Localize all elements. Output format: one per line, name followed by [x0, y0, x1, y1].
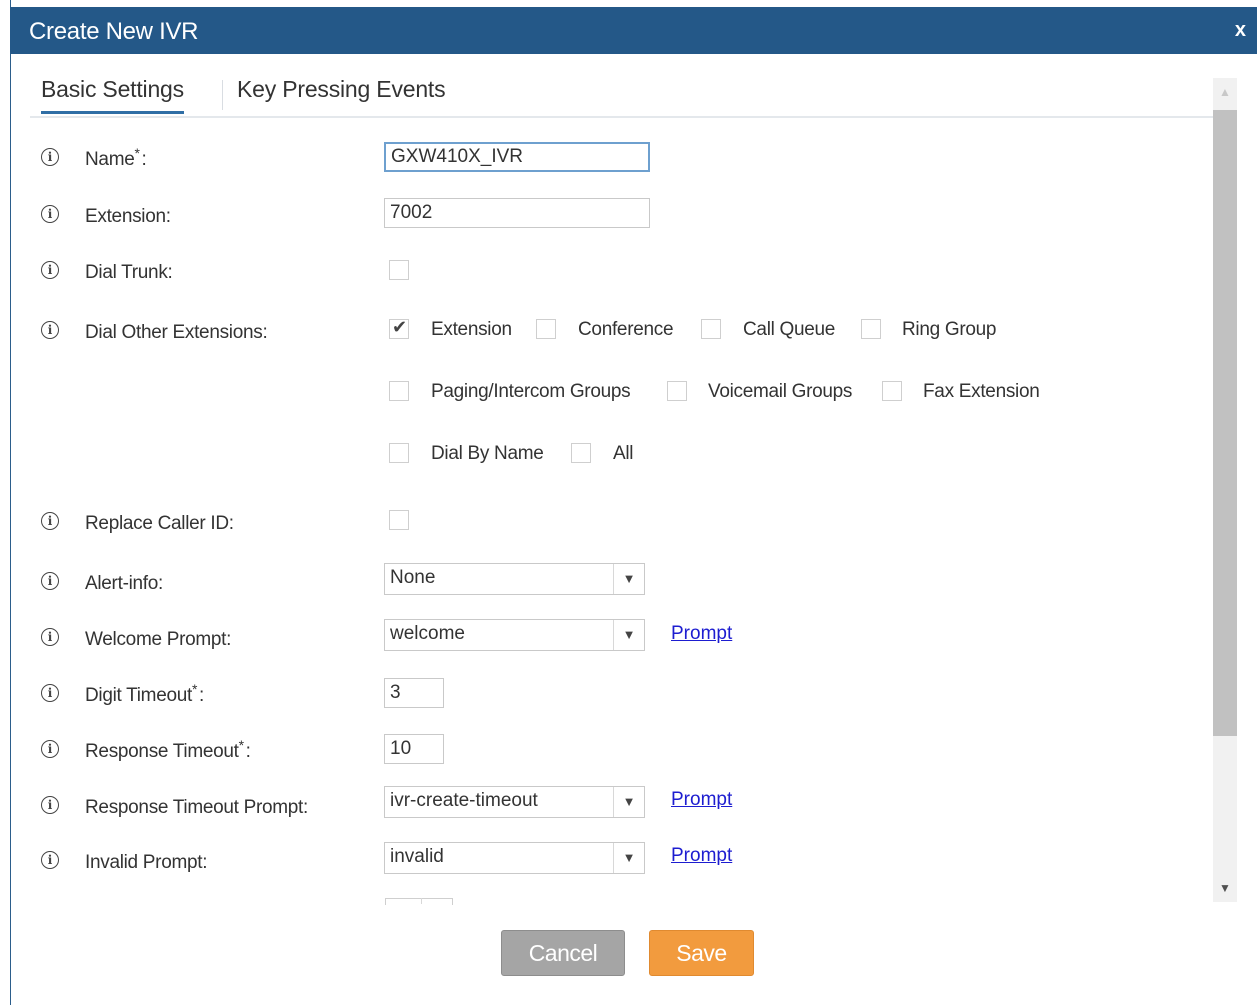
response-timeout-prompt-label: Response Timeout Prompt:	[85, 797, 309, 818]
cancel-button[interactable]: Cancel	[501, 930, 625, 976]
info-icon[interactable]: i	[41, 851, 59, 869]
fax-extension-option-label: Fax Extension	[923, 381, 1040, 402]
info-icon[interactable]: i	[41, 321, 59, 339]
fax-extension-checkbox[interactable]	[882, 381, 902, 401]
alert-info-select[interactable]: None ▼	[384, 563, 645, 595]
invalid-prompt-select[interactable]: invalid ▼	[384, 842, 645, 874]
info-icon[interactable]: i	[41, 796, 59, 814]
scroll-down-arrow-icon[interactable]: ▼	[1213, 874, 1237, 902]
tab-basic-settings[interactable]: Basic Settings	[41, 76, 184, 114]
welcome-prompt-link[interactable]: Prompt	[671, 623, 732, 645]
tab-bar: Basic Settings Key Pressing Events	[30, 72, 1213, 118]
ring-group-checkbox[interactable]	[861, 319, 881, 339]
voicemail-groups-checkbox[interactable]	[667, 381, 687, 401]
invalid-prompt-label: Invalid Prompt:	[85, 852, 208, 873]
chevron-down-icon: ▼	[613, 843, 644, 873]
name-label: Name *:	[85, 145, 147, 170]
info-icon[interactable]: i	[41, 261, 59, 279]
response-timeout-prompt-link[interactable]: Prompt	[671, 789, 732, 811]
tab-key-pressing-events[interactable]: Key Pressing Events	[237, 76, 446, 103]
chevron-down-icon: ▼	[613, 620, 644, 650]
all-checkbox[interactable]	[571, 443, 591, 463]
response-timeout-prompt-value: ivr-create-timeout	[390, 790, 538, 811]
close-icon[interactable]: x	[1235, 19, 1246, 42]
call-queue-option-label: Call Queue	[743, 319, 836, 340]
info-icon[interactable]: i	[41, 684, 59, 702]
digit-timeout-label: Digit Timeout *:	[85, 681, 204, 706]
dialog-title: Create New IVR	[29, 18, 199, 45]
dial-trunk-checkbox[interactable]	[389, 260, 409, 280]
welcome-prompt-value: welcome	[390, 623, 465, 644]
info-icon[interactable]: i	[41, 512, 59, 530]
required-asterisk: *	[238, 737, 244, 753]
scroll-up-arrow-icon[interactable]: ▲	[1213, 78, 1237, 106]
ring-group-option-label: Ring Group	[902, 319, 997, 340]
conference-option-label: Conference	[578, 319, 674, 340]
replace-caller-id-label: Replace Caller ID:	[85, 513, 234, 534]
extension-checkbox[interactable]: ✔	[389, 317, 409, 339]
clipped-field-divider	[421, 898, 422, 904]
paging-intercom-groups-option-label: Paging/Intercom Groups	[431, 381, 631, 402]
response-timeout-label: Response Timeout *:	[85, 737, 251, 762]
scroll-thumb[interactable]	[1213, 110, 1237, 736]
conference-checkbox[interactable]	[536, 319, 556, 339]
info-icon[interactable]: i	[41, 740, 59, 758]
voicemail-groups-option-label: Voicemail Groups	[708, 381, 853, 402]
alert-info-label: Alert-info:	[85, 573, 164, 594]
required-asterisk: *	[191, 681, 198, 697]
response-timeout-input[interactable]	[384, 734, 444, 764]
extension-option-label: Extension	[431, 319, 512, 340]
info-icon[interactable]: i	[41, 205, 59, 223]
name-input[interactable]	[384, 142, 650, 172]
info-icon[interactable]: i	[41, 148, 59, 166]
dialog-titlebar: Create New IVR x	[10, 7, 1257, 54]
extension-label: Extension:	[85, 206, 171, 227]
invalid-prompt-value: invalid	[390, 846, 444, 867]
info-icon[interactable]: i	[41, 572, 59, 590]
vertical-scrollbar[interactable]: ▲ ▼	[1213, 78, 1237, 902]
dial-by-name-checkbox[interactable]	[389, 443, 409, 463]
replace-caller-id-checkbox[interactable]	[389, 510, 409, 530]
welcome-prompt-label: Welcome Prompt:	[85, 629, 232, 650]
invalid-prompt-link[interactable]: Prompt	[671, 845, 732, 867]
clipped-field-edge	[385, 898, 453, 905]
digit-timeout-input[interactable]	[384, 678, 444, 708]
chevron-down-icon: ▼	[613, 787, 644, 817]
info-icon[interactable]: i	[41, 628, 59, 646]
dial-other-extensions-label: Dial Other Extensions:	[85, 322, 268, 343]
tab-divider	[222, 80, 223, 110]
paging-intercom-groups-checkbox[interactable]	[389, 381, 409, 401]
all-option-label: All	[613, 443, 634, 464]
dial-by-name-option-label: Dial By Name	[431, 443, 544, 464]
call-queue-checkbox[interactable]	[701, 319, 721, 339]
alert-info-value: None	[390, 567, 436, 588]
save-button[interactable]: Save	[649, 930, 754, 976]
extension-input[interactable]	[384, 198, 650, 228]
welcome-prompt-select[interactable]: welcome ▼	[384, 619, 645, 651]
required-asterisk: *	[134, 145, 140, 161]
response-timeout-prompt-select[interactable]: ivr-create-timeout ▼	[384, 786, 645, 818]
check-icon: ✔	[392, 317, 408, 337]
chevron-down-icon: ▼	[613, 564, 644, 594]
create-ivr-dialog: Create New IVR x Basic Settings Key Pres…	[10, 0, 1257, 1005]
dial-trunk-label: Dial Trunk:	[85, 262, 173, 283]
